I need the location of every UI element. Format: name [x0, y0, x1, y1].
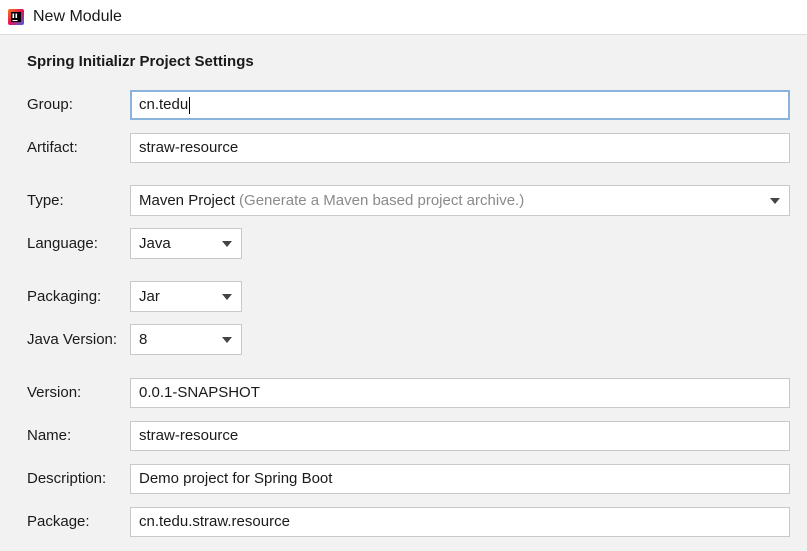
packaging-select[interactable]: Jar: [130, 281, 242, 312]
type-label: Type:: [27, 192, 64, 209]
name-value: straw-resource: [139, 427, 239, 444]
artifact-label: Artifact:: [27, 139, 78, 156]
java-version-label: Java Version:: [27, 331, 118, 348]
version-label: Version:: [27, 384, 82, 401]
group-input[interactable]: cn.tedu: [130, 90, 790, 120]
language-value: Java: [139, 235, 171, 252]
type-hint: (Generate a Maven based project archive.…: [239, 192, 525, 209]
title-bar: New Module: [0, 0, 807, 35]
description-input[interactable]: Demo project for Spring Boot: [130, 464, 790, 494]
version-input[interactable]: 0.0.1-SNAPSHOT: [130, 378, 790, 408]
chevron-down-icon: [770, 198, 780, 204]
packaging-value: Jar: [139, 288, 160, 305]
chevron-down-icon: [222, 241, 232, 247]
text-caret: [189, 96, 191, 114]
description-label: Description:: [27, 470, 107, 487]
package-value: cn.tedu.straw.resource: [139, 513, 290, 530]
chevron-down-icon: [222, 294, 232, 300]
group-label: Group:: [27, 96, 73, 113]
java-version-select[interactable]: 8: [130, 324, 242, 355]
name-input[interactable]: straw-resource: [130, 421, 790, 451]
group-value: cn.tedu: [139, 96, 189, 113]
intellij-icon: [8, 9, 24, 25]
section-title: Spring Initializr Project Settings: [27, 53, 254, 70]
artifact-value: straw-resource: [139, 139, 239, 156]
window-title: New Module: [33, 8, 122, 25]
type-value: Maven Project: [139, 192, 235, 209]
type-select[interactable]: Maven Project (Generate a Maven based pr…: [130, 185, 790, 216]
description-value: Demo project for Spring Boot: [139, 470, 333, 487]
chevron-down-icon: [222, 337, 232, 343]
name-label: Name:: [27, 427, 72, 444]
package-label: Package:: [27, 513, 90, 530]
language-label: Language:: [27, 235, 98, 252]
packaging-label: Packaging:: [27, 288, 102, 305]
artifact-input[interactable]: straw-resource: [130, 133, 790, 163]
java-version-value: 8: [139, 331, 148, 348]
language-select[interactable]: Java: [130, 228, 242, 259]
package-input[interactable]: cn.tedu.straw.resource: [130, 507, 790, 537]
version-value: 0.0.1-SNAPSHOT: [139, 384, 260, 401]
